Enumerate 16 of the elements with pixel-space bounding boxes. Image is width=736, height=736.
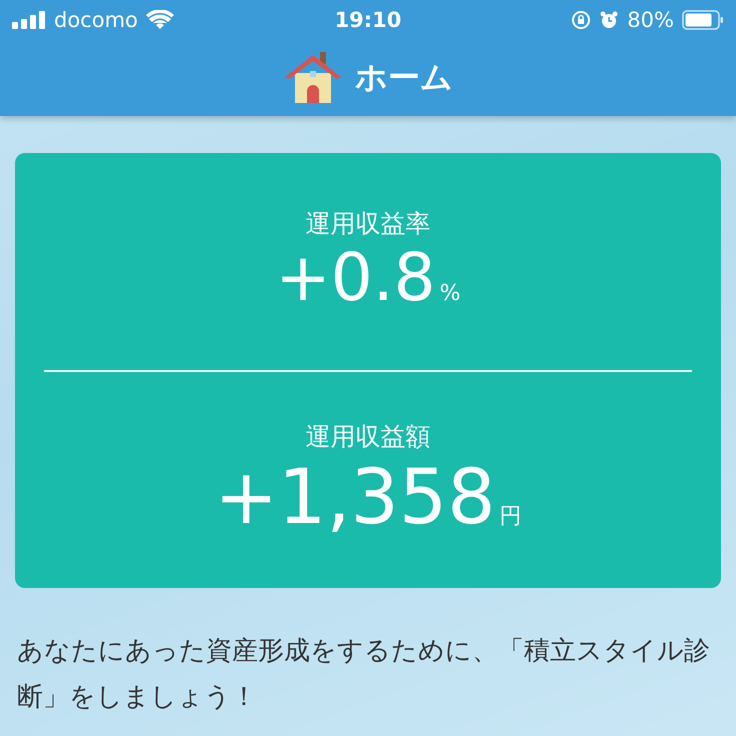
wifi-icon — [146, 10, 174, 30]
clock-time: 19:10 — [334, 8, 402, 32]
message-text: あなたにあった資産形成をするために、「積立スタイル診断」をしましょう！ — [17, 635, 711, 714]
page-title: ホーム — [355, 57, 453, 98]
metric-unit: % — [440, 281, 461, 306]
signal-icon — [12, 11, 46, 29]
carrier-name: docomo — [54, 8, 138, 32]
metric-value: +0.8 — [275, 242, 436, 316]
alarm-clock-icon — [599, 10, 620, 30]
battery-percent: 80% — [627, 8, 674, 32]
rotation-lock-icon — [571, 10, 592, 30]
metric-unit: 円 — [500, 503, 522, 532]
metric-value: +1,358 — [214, 455, 496, 540]
metric-label: 運用収益率 — [306, 208, 430, 240]
battery-icon — [682, 10, 724, 30]
metric-label: 運用収益額 — [306, 421, 430, 454]
